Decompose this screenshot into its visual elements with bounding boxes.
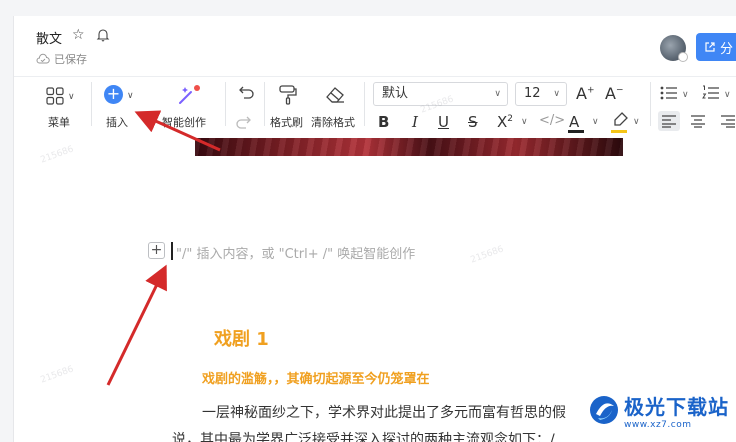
font-family-value: 默认	[382, 86, 409, 101]
size-up-letter: A	[576, 84, 587, 103]
numbered-list-icon[interactable]	[702, 85, 720, 101]
align-left-icon	[662, 115, 676, 128]
format-brush-label[interactable]: 格式刷	[270, 114, 303, 130]
font-size-select[interactable]: 12 ∨	[515, 82, 567, 106]
chevron-down-icon[interactable]: ∨	[682, 90, 689, 100]
watermark: 215686	[39, 364, 76, 386]
logo-name-en: www.xz7.com	[624, 419, 692, 430]
chevron-down-icon[interactable]: ∨	[521, 117, 528, 127]
align-center-icon[interactable]	[690, 114, 706, 128]
toolbar-divider	[264, 82, 265, 126]
chevron-down-icon[interactable]: ∨	[68, 92, 75, 102]
underline-button[interactable]: U	[438, 113, 449, 131]
chevron-down-icon[interactable]: ∨	[724, 90, 731, 100]
font-size-value: 12	[524, 86, 541, 101]
insert-button-label[interactable]: 插入	[106, 114, 128, 130]
arrow-to-block-insert	[106, 264, 167, 386]
size-down-letter: A	[605, 84, 616, 103]
watermark: 215686	[39, 144, 76, 166]
eraser-icon[interactable]	[324, 84, 346, 104]
logo-swirl-icon	[590, 396, 618, 424]
align-right-icon[interactable]	[720, 114, 736, 128]
italic-button[interactable]: I	[412, 113, 418, 131]
increase-font-size-button[interactable]: A+	[576, 84, 595, 103]
star-icon[interactable]: ☆	[72, 27, 85, 43]
paragraph-line: 一层神秘面纱之下，学术界对此提出了多元而富有哲思的假	[202, 405, 566, 421]
toolbar-divider	[91, 82, 92, 126]
chevron-down-icon[interactable]: ∨	[127, 91, 134, 101]
share-label: 分	[720, 41, 734, 57]
external-link-icon	[705, 42, 715, 52]
top-strip	[0, 0, 736, 16]
toolbar-divider	[650, 82, 651, 126]
bullet-list-icon[interactable]	[660, 85, 678, 101]
size-down-sign: −	[615, 85, 624, 96]
ai-create-label[interactable]: 智能创作	[162, 114, 206, 130]
format-brush-icon[interactable]	[278, 84, 298, 106]
document-title[interactable]: 散文	[36, 28, 62, 47]
highlighter-icon[interactable]	[612, 112, 628, 130]
magic-wand-icon[interactable]	[177, 84, 201, 106]
superscript-button[interactable]: X2	[497, 113, 513, 131]
strikethrough-button[interactable]: S	[468, 113, 478, 131]
editor-window: 散文 ☆ 已保存 分 ∨ 菜单 + ∨ 插入 智能创作 格式刷 清除格式 默认 …	[0, 0, 736, 442]
toolbar-divider	[225, 82, 226, 126]
section-heading: 戏剧 1	[214, 329, 269, 350]
menu-button-label[interactable]: 菜单	[48, 114, 70, 130]
share-button[interactable]: 分	[696, 33, 736, 61]
redo-icon[interactable]	[236, 114, 254, 130]
paragraph-line: 说，其中最为学界广泛接受并深入探讨的两种主流观念如下：/	[172, 432, 555, 442]
toolbar-divider	[364, 82, 365, 126]
bold-button[interactable]: B	[378, 113, 389, 131]
cloud-check-icon	[36, 53, 50, 64]
left-panel-edge	[0, 16, 14, 442]
superscript-letter: X	[497, 113, 508, 131]
size-up-sign: +	[586, 85, 595, 96]
decrease-font-size-button[interactable]: A−	[605, 84, 624, 103]
bell-icon[interactable]	[96, 28, 110, 42]
saved-label: 已保存	[54, 53, 87, 66]
embedded-image[interactable]	[195, 138, 623, 156]
font-color-button[interactable]: A	[569, 113, 579, 131]
save-status: 已保存	[36, 51, 87, 67]
chevron-down-icon[interactable]: ∨	[633, 117, 640, 127]
chevron-down-icon: ∨	[494, 89, 501, 99]
logo-name-cn: 极光下载站	[624, 394, 729, 419]
block-insert-button[interactable]: +	[148, 242, 165, 259]
section-subheading: 戏剧的滥觞，，其确切起源至今仍笼罩在	[202, 372, 430, 387]
watermark: 215686	[469, 244, 506, 266]
align-left-button[interactable]	[658, 111, 680, 131]
plus-circle-icon[interactable]: +	[104, 85, 123, 104]
chevron-down-icon: ∨	[553, 89, 560, 99]
clear-format-label[interactable]: 清除格式	[311, 114, 355, 130]
highlight-color-swatch	[611, 130, 627, 133]
undo-icon[interactable]	[236, 84, 254, 100]
chevron-down-icon[interactable]: ∨	[592, 117, 599, 127]
inline-code-button[interactable]: </>	[539, 113, 565, 128]
site-logo: 极光下载站 www.xz7.com	[588, 386, 736, 434]
avatar-badge	[678, 52, 688, 62]
superscript-mark: 2	[507, 114, 514, 124]
editor-placeholder[interactable]: "/" 插入内容，或 "Ctrl+ /" 唤起智能创作	[176, 243, 415, 262]
grid-icon[interactable]	[46, 87, 64, 105]
font-color-swatch	[568, 130, 584, 133]
text-cursor	[171, 242, 173, 260]
